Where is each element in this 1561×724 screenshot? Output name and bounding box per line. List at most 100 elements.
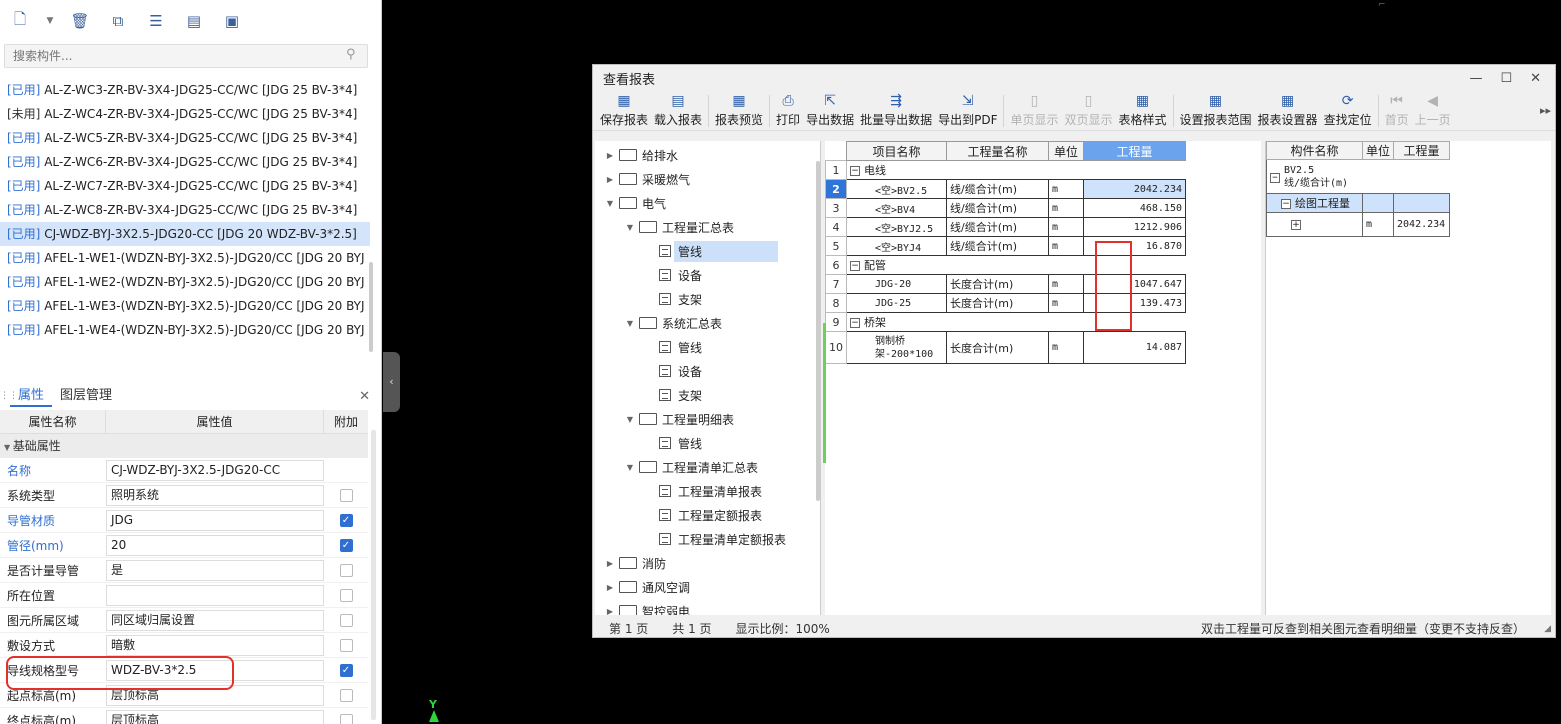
attach-checkbox[interactable] (339, 713, 353, 724)
tree-node[interactable]: 管线 (595, 431, 820, 455)
tree-node[interactable]: ▼ 工程量汇总表 (595, 215, 820, 239)
unit-cell[interactable]: m (1048, 179, 1084, 199)
toolbar-button-preview[interactable]: ▦ 报表预览 (712, 91, 766, 131)
toolbar-button-print[interactable]: ⎙ 打印 (773, 91, 803, 131)
attach-checkbox[interactable] (339, 638, 353, 652)
quantity-name-cell[interactable]: 线/缆合计(m) (946, 198, 1049, 218)
drag-grip-icon[interactable]: ⋮⋮ (0, 391, 18, 401)
resize-grip-icon[interactable]: ◢ (1544, 624, 1551, 634)
delete-icon[interactable]: 🗑 (66, 9, 94, 33)
table-row[interactable]: 2 <空>BV2.5 线/缆合计(m) m 2042.234 (825, 179, 1186, 199)
window-close-icon[interactable]: ✕ (1530, 71, 1541, 86)
toolbar-button-export-data[interactable]: ⇱ 导出数据 (803, 91, 857, 131)
caret-right-icon[interactable]: ▶ (605, 175, 615, 184)
tree-node[interactable]: 设备 (595, 263, 820, 287)
row-number[interactable]: 10 (825, 331, 847, 364)
minimize-icon[interactable]: — (1469, 71, 1482, 86)
toolbar-button-table-style[interactable]: ▦ 表格样式 (1116, 91, 1170, 131)
property-value-field[interactable]: 层顶标高 (106, 709, 324, 724)
attach-checkbox[interactable]: ✓ (339, 513, 353, 527)
property-value-field[interactable]: 同区域归属设置 (106, 609, 324, 631)
unit-cell[interactable]: m (1048, 331, 1084, 364)
caret-right-icon[interactable]: ▶ (605, 151, 615, 160)
toolbar-button-report-range[interactable]: ▦ 设置报表范围 (1177, 91, 1255, 131)
caret-right-icon[interactable]: ▶ (605, 607, 615, 616)
table-row[interactable]: 3 <空>BV4 线/缆合计(m) m 468.150 (825, 198, 1186, 218)
caret-down-icon[interactable]: ▼ (625, 415, 635, 424)
property-row[interactable]: 导管材质 JDG ✓ (0, 508, 368, 533)
property-value-field[interactable]: JDG (106, 509, 324, 531)
attach-checkbox[interactable] (339, 613, 353, 627)
toolbar-button-export-pdf[interactable]: ⇲ 导出到PDF (935, 91, 1000, 131)
list-scrollbar[interactable] (369, 262, 373, 352)
property-row[interactable]: 名称 CJ-WDZ-BYJ-3X2.5-JDG20-CC (0, 458, 368, 483)
attach-checkbox[interactable] (339, 488, 353, 502)
property-row[interactable]: 终点标高(m) 层顶标高 (0, 708, 368, 724)
item-name-cell[interactable]: <空>BYJ4 (846, 236, 947, 256)
toolbar-button-load-report[interactable]: ▤ 载入报表 (651, 91, 705, 131)
row-number[interactable]: 1 (825, 160, 847, 180)
report-header-3[interactable]: 工程量 (1083, 141, 1186, 161)
toolbar-button-batch-export[interactable]: ⇶ 批量导出数据 (857, 91, 935, 131)
maximize-icon[interactable]: ☐ (1500, 71, 1512, 86)
collapse-box-icon[interactable]: − (850, 261, 860, 271)
table-row[interactable]: 4 <空>BYJ2.5 线/缆合计(m) m 1212.906 (825, 217, 1186, 237)
tab-properties[interactable]: 属性 (10, 385, 53, 407)
copy-icon[interactable]: ⧉ (104, 9, 132, 33)
caret-down-icon[interactable]: ▼ (625, 319, 635, 328)
quantity-name-cell[interactable]: 线/缆合计(m) (946, 217, 1049, 237)
column-icon[interactable]: ☰ (142, 9, 170, 33)
tree-node[interactable]: ▼ 工程量清单汇总表 (595, 455, 820, 479)
property-group[interactable]: ▼ 基础属性 (0, 434, 368, 458)
tree-node[interactable]: 设备 (595, 359, 820, 383)
caret-right-icon[interactable]: ▶ (605, 583, 615, 592)
quantity-cell[interactable]: 2042.234 (1083, 179, 1186, 199)
row-number[interactable]: 9 (825, 312, 847, 332)
property-value-field[interactable]: CJ-WDZ-BYJ-3X2.5-JDG20-CC (106, 459, 324, 481)
property-row[interactable]: 敷设方式 暗敷 (0, 633, 368, 658)
property-value-field[interactable]: 是 (106, 559, 324, 581)
tree-node[interactable]: 支架 (595, 383, 820, 407)
quantity-name-cell[interactable]: 线/缆合计(m) (946, 179, 1049, 199)
toolbar-button-first-page[interactable]: ⏮ 首页 (1382, 91, 1412, 131)
row-number[interactable]: 4 (825, 217, 847, 237)
unit-cell[interactable]: m (1048, 236, 1084, 256)
quantity-name-cell[interactable]: 长度合计(m) (946, 331, 1049, 364)
item-name-cell[interactable]: <空>BYJ2.5 (846, 217, 947, 237)
list-item[interactable]: [已用] AFEL-1-WE1-(WDZN-BYJ-3X2.5)-JDG20/C… (0, 246, 370, 270)
quantity-cell[interactable]: 468.150 (1083, 198, 1186, 218)
filter-check-icon[interactable]: ▣ (218, 9, 246, 33)
tree-node[interactable]: 工程量定额报表 (595, 503, 820, 527)
quantity-name-cell[interactable]: 长度合计(m) (946, 274, 1049, 294)
list-item[interactable]: [已用] CJ-WDZ-BYJ-3X2.5-JDG20-CC [JDG 20 W… (0, 222, 370, 246)
caret-right-icon[interactable]: ▶ (605, 559, 615, 568)
quantity-name-cell[interactable]: 线/缆合计(m) (946, 236, 1049, 256)
report-group-row[interactable]: 1− 电线 (825, 160, 1186, 180)
tree-node[interactable]: ▶ 智控弱电 (595, 599, 820, 615)
tree-node[interactable]: ▼ 电气 (595, 191, 820, 215)
caret-down-icon[interactable]: ▼ (605, 199, 615, 208)
property-row[interactable]: 所在位置 (0, 583, 368, 608)
expand-box-icon[interactable]: + (1291, 220, 1301, 230)
property-row[interactable]: 管径(mm) 20 ✓ (0, 533, 368, 558)
report-header-0[interactable]: 项目名称 (846, 141, 947, 161)
tree-node[interactable]: ▶ 消防 (595, 551, 820, 575)
tree-node[interactable]: ▼ 系统汇总表 (595, 311, 820, 335)
caret-down-icon[interactable]: ▼ (625, 463, 635, 472)
tree-node[interactable]: ▶ 通风空调 (595, 575, 820, 599)
report-header-1[interactable]: 工程量名称 (946, 141, 1049, 161)
tree-node[interactable]: 支架 (595, 287, 820, 311)
attach-checkbox[interactable]: ✓ (339, 663, 353, 677)
list-item[interactable]: [已用] AFEL-1-WE2-(WDZN-BYJ-3X2.5)-JDG20/C… (0, 270, 370, 294)
property-row[interactable]: 系统类型 照明系统 (0, 483, 368, 508)
list-item[interactable]: [已用] AL-Z-WC6-ZR-BV-3X4-JDG25-CC/WC [JDG… (0, 150, 370, 174)
detail-row[interactable]: + m 2042.234 (1266, 212, 1451, 237)
property-value-field[interactable]: 照明系统 (106, 484, 324, 506)
item-name-cell[interactable]: 钢制桥架-200*100 (846, 331, 947, 364)
property-value-field[interactable]: 暗敷 (106, 634, 324, 656)
tree-scrollbar[interactable] (816, 161, 820, 501)
toolbar-button-locate[interactable]: ⟳ 查找定位 (1321, 91, 1375, 131)
close-icon[interactable]: ✕ (359, 389, 370, 404)
property-row[interactable]: 图元所属区域 同区域归属设置 (0, 608, 368, 633)
property-value-field[interactable] (106, 584, 324, 606)
